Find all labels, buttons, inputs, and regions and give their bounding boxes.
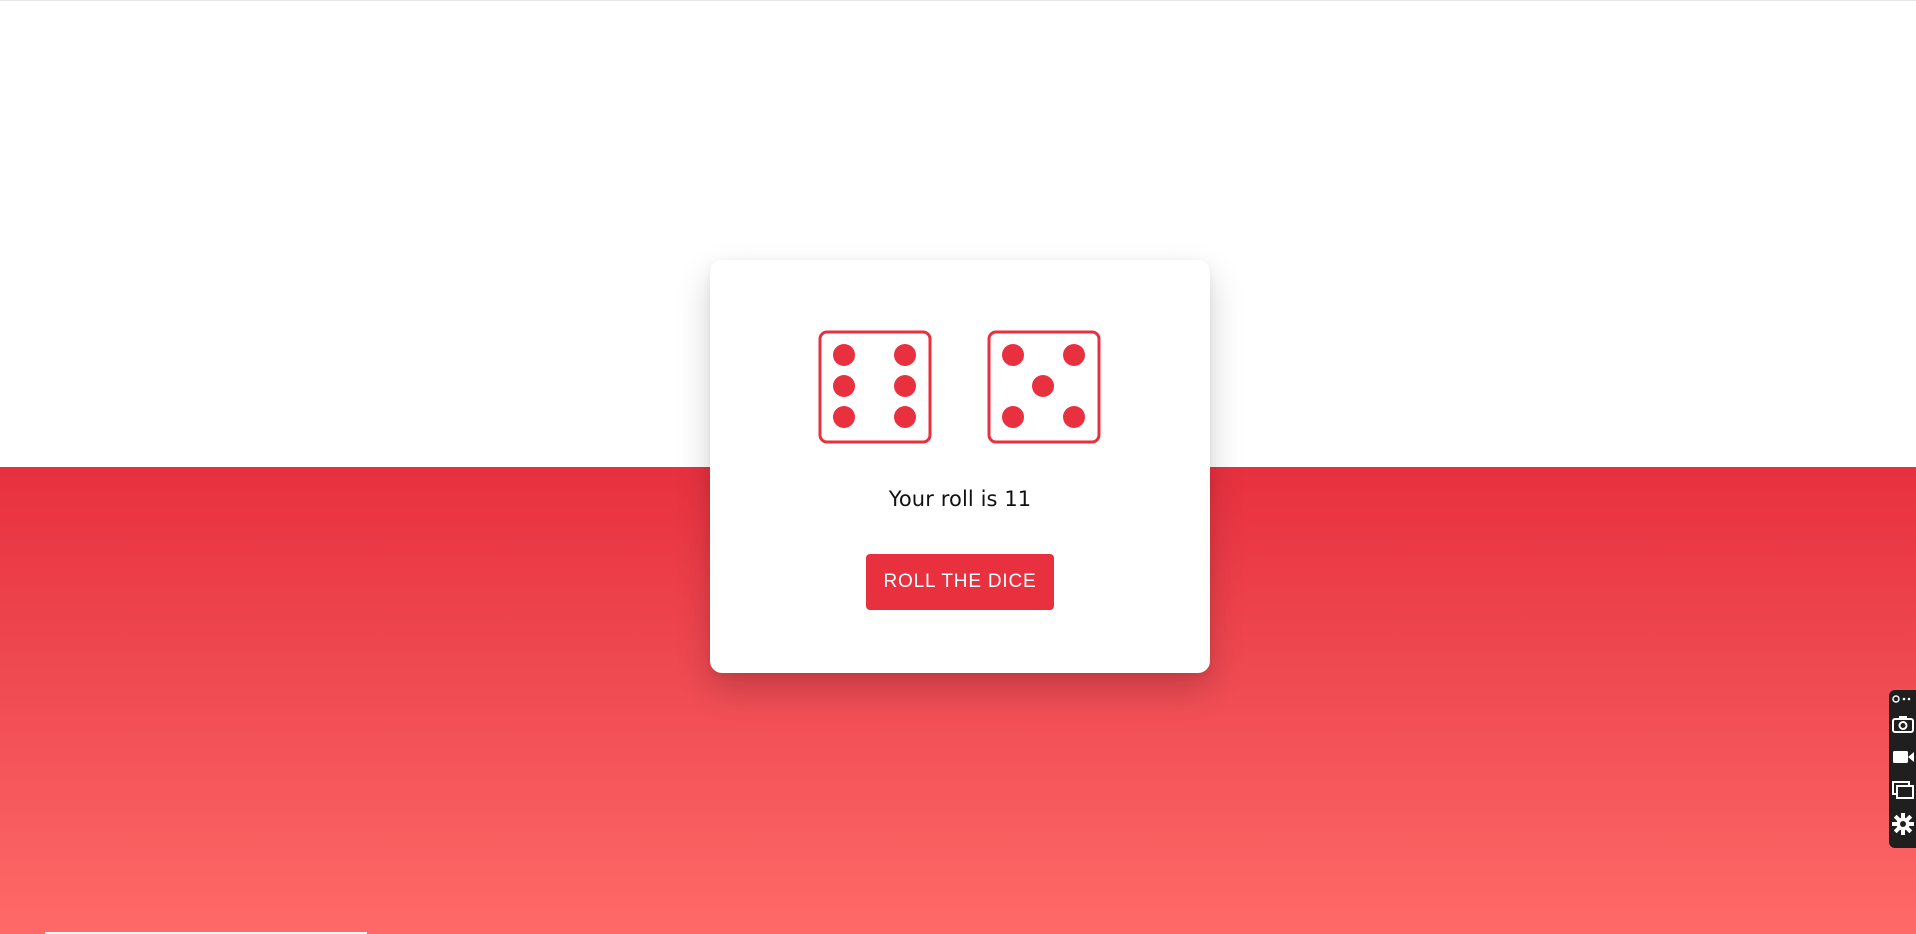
window-icon[interactable]	[1889, 776, 1916, 806]
side-toolbar	[1889, 690, 1916, 848]
link-icon[interactable]	[1889, 690, 1916, 708]
dice-row	[818, 330, 1102, 444]
roll-dice-button[interactable]: ROLL THE DICE	[866, 554, 1054, 610]
top-border	[0, 0, 1916, 1]
camera-icon[interactable]	[1889, 710, 1916, 740]
die-left	[818, 330, 932, 444]
gear-icon[interactable]	[1889, 810, 1916, 840]
die-five-icon	[987, 330, 1101, 444]
die-six-icon	[818, 330, 932, 444]
video-camera-icon[interactable]	[1889, 743, 1916, 773]
die-right	[987, 330, 1101, 444]
dice-card: Your roll is 11 ROLL THE DICE	[710, 260, 1210, 673]
roll-result: Your roll is 11	[888, 487, 1032, 511]
